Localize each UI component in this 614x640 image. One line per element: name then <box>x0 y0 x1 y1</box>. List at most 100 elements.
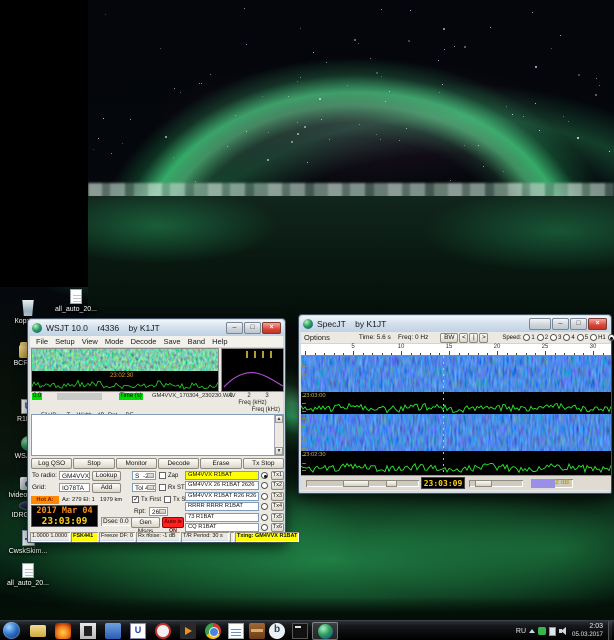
gen-msgs-button[interactable]: Gen Msgs <box>131 517 160 528</box>
sync-spinner[interactable]: S -2 <box>132 471 156 480</box>
spectrogram-display[interactable]: 23:03:00 23:02:30 <box>301 356 611 475</box>
tray-app-icon[interactable] <box>538 627 546 635</box>
zap-checkbox[interactable]: Zap <box>159 472 178 479</box>
maximize-button[interactable]: □ <box>570 318 587 330</box>
speed-radio-dot-h1[interactable] <box>590 334 597 341</box>
speed-radio-dot-5[interactable] <box>577 334 584 341</box>
speed-radio-5[interactable]: 5 <box>577 334 588 341</box>
wsjt-menu-help[interactable]: Help <box>209 337 230 346</box>
close-button[interactable]: × <box>588 318 607 330</box>
wsjt-menu-decode[interactable]: Decode <box>128 337 160 346</box>
tx-select-radio-5[interactable] <box>261 514 268 521</box>
tray-expand-arrow-icon[interactable] <box>529 629 535 633</box>
wallet-icon[interactable] <box>249 623 265 639</box>
wsjt-menu-save[interactable]: Save <box>160 337 183 346</box>
tx-message-field-2[interactable]: GM4VVX 26 R1BAT 2626 <box>185 481 259 490</box>
waterfall-display[interactable]: 23:02:30 <box>31 348 219 392</box>
tx-message-field-1[interactable]: GM4VVX R1BAT <box>185 471 259 480</box>
rx-st-checkbox[interactable]: Rx ST <box>159 484 185 491</box>
speed-radio-dot-4[interactable] <box>563 334 570 341</box>
disc-icon[interactable] <box>155 623 171 639</box>
wsjt-menu-view[interactable]: View <box>79 337 101 346</box>
tx-message-field-4[interactable]: RRRR RRRR R1BAT <box>185 502 259 511</box>
wsjt-titlebar[interactable]: WSJT 10.0 r4336 by K1JT – □ × <box>29 320 284 336</box>
speed-radio-dot-1[interactable] <box>523 334 530 341</box>
desktop-icon-all-auto-20-[interactable]: all_auto_20... <box>50 289 102 314</box>
sync-graph-display[interactable] <box>221 348 284 392</box>
wsjt-taskbar-button[interactable] <box>312 622 338 640</box>
decode-text-area[interactable]: ▲ ▼ <box>31 414 284 456</box>
speed-radio-h2[interactable]: H2 <box>608 334 614 341</box>
speed-radio-dot-3[interactable] <box>550 334 557 341</box>
tx-select-radio-6[interactable] <box>261 524 268 531</box>
minimize-button[interactable]: – <box>226 322 243 334</box>
tx2-button[interactable]: Tx2 <box>271 481 284 490</box>
wsjt-menu-file[interactable]: File <box>33 337 51 346</box>
speed-radio-3[interactable]: 3 <box>550 334 561 341</box>
nav-center-button[interactable]: | <box>469 333 478 343</box>
gain-slider-handle[interactable] <box>386 480 397 487</box>
tx-stop-button[interactable]: Tx Stop <box>243 458 284 469</box>
console-icon[interactable] <box>292 623 308 639</box>
tx3-button[interactable]: Tx3 <box>271 492 284 501</box>
decode-scrollbar[interactable]: ▲ ▼ <box>274 415 283 455</box>
wsjt-menu-mode[interactable]: Mode <box>102 337 127 346</box>
start-button[interactable] <box>3 622 20 639</box>
play-icon[interactable] <box>180 623 196 639</box>
blue-app-icon[interactable] <box>105 623 121 639</box>
log-qso-button[interactable]: Log QSO <box>31 458 72 469</box>
maximize-button[interactable]: □ <box>244 322 261 334</box>
scroll-down-arrow[interactable]: ▼ <box>275 447 283 455</box>
tx6-button[interactable]: Tx6 <box>271 523 284 532</box>
monitor-button[interactable]: Monitor <box>116 458 157 469</box>
specjt-titlebar[interactable]: SpecJT by K1JT – □ × <box>300 316 610 332</box>
tx-message-field-6[interactable]: CQ R1BAT <box>185 523 259 532</box>
flame-icon[interactable] <box>55 623 71 639</box>
gain-slider-track[interactable] <box>306 480 419 487</box>
round-app-icon[interactable]: b <box>269 623 285 639</box>
nav-left-button[interactable]: < <box>459 333 468 343</box>
window-extra-button[interactable] <box>529 318 551 330</box>
folder-icon[interactable] <box>30 625 46 637</box>
gain-slider-handle[interactable] <box>343 480 369 487</box>
tol-spinner[interactable]: Tol 400 <box>132 483 156 492</box>
speed-radio-2[interactable]: 2 <box>537 334 548 341</box>
tx-message-field-5[interactable]: 73 R1BAT <box>185 513 259 522</box>
tx-message-field-3[interactable]: GM4VVX R1BAT R26 R26 <box>185 492 259 501</box>
tx5-button[interactable]: Tx5 <box>271 513 284 522</box>
chrome-icon[interactable] <box>205 623 221 639</box>
tray-clipboard-icon[interactable] <box>549 627 556 636</box>
tx1-button[interactable]: Tx1 <box>271 471 284 480</box>
rpt-spinner[interactable]: 26 <box>149 507 168 516</box>
decode-button[interactable]: Decode <box>158 458 199 469</box>
wsjt-menu-setup[interactable]: Setup <box>52 337 78 346</box>
bw-button[interactable]: BW <box>440 333 458 343</box>
tx-select-radio-3[interactable] <box>261 493 268 500</box>
language-indicator[interactable]: RU <box>516 628 526 635</box>
notes-icon[interactable] <box>228 623 244 639</box>
nav-right-button[interactable]: > <box>479 333 488 343</box>
tx-select-radio-2[interactable] <box>261 482 268 489</box>
speed-radio-4[interactable]: 4 <box>563 334 574 341</box>
tx-select-radio-4[interactable] <box>261 503 268 510</box>
minimize-button[interactable]: – <box>552 318 569 330</box>
desktop-icon-all-auto-20-[interactable]: all_auto_20... <box>2 563 54 588</box>
speed-radio-h1[interactable]: H1 <box>590 334 606 341</box>
speed-radio-dot-h2[interactable] <box>608 334 614 341</box>
speed-radio-1[interactable]: 1 <box>523 334 534 341</box>
stop-button[interactable]: Stop <box>73 458 114 469</box>
options-menu[interactable]: Options <box>301 333 333 342</box>
tx4-button[interactable]: Tx4 <box>271 502 284 511</box>
add-button[interactable]: Add <box>92 483 121 493</box>
tx-first-checkbox[interactable]: Tx First <box>132 496 161 503</box>
close-button[interactable]: × <box>262 322 281 334</box>
scroll-up-arrow[interactable]: ▲ <box>275 415 283 423</box>
auto-is-on-button[interactable]: Auto is ON <box>162 517 184 528</box>
grid-input[interactable]: IO78TA <box>59 483 90 492</box>
show-desktop-button[interactable] <box>608 621 612 640</box>
lookup-button[interactable]: Lookup <box>92 471 121 481</box>
erase-button[interactable]: Erase <box>200 458 241 469</box>
logger-icon[interactable]: U <box>130 623 146 639</box>
to-radio-input[interactable]: GM4VVX <box>59 471 90 480</box>
zero-slider-track[interactable] <box>469 480 523 487</box>
